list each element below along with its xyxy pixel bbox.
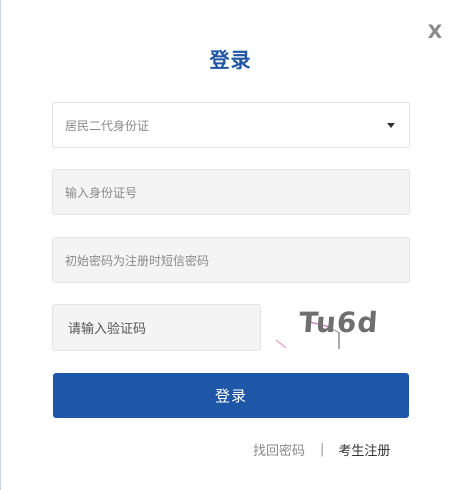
link-separator: | [320,441,325,457]
footer-links: 找回密码 | 考生注册 [253,440,390,459]
chevron-down-icon [387,122,395,128]
dialog-left-edge [0,0,1,490]
register-link[interactable]: 考生注册 [338,440,390,459]
password-placeholder: 初始密码为注册时短信密码 [65,253,210,268]
password-input[interactable]: 初始密码为注册时短信密码 [52,237,410,283]
id-type-selected-value: 居民二代身份证 [65,118,150,133]
forgot-password-link[interactable]: 找回密码 [253,440,305,459]
captcha-placeholder: 请输入验证码 [68,322,147,337]
dialog-title: 登录 [209,48,252,72]
login-button[interactable]: 登录 [53,373,409,418]
id-number-input[interactable]: 输入身份证号 [52,169,410,215]
close-icon[interactable]: X [426,21,444,43]
id-number-placeholder: 输入身份证号 [65,185,138,200]
captcha-input[interactable]: 请输入验证码 [52,304,261,351]
login-dialog: X 登录 居民二代身份证 输入身份证号 初始密码为注册时短信密码 请输入验证码 … [0,0,461,490]
captcha-image[interactable]: Tu6d [272,302,410,354]
captcha-text: Tu6d [297,306,380,339]
id-type-select[interactable]: 居民二代身份证 [52,102,410,148]
